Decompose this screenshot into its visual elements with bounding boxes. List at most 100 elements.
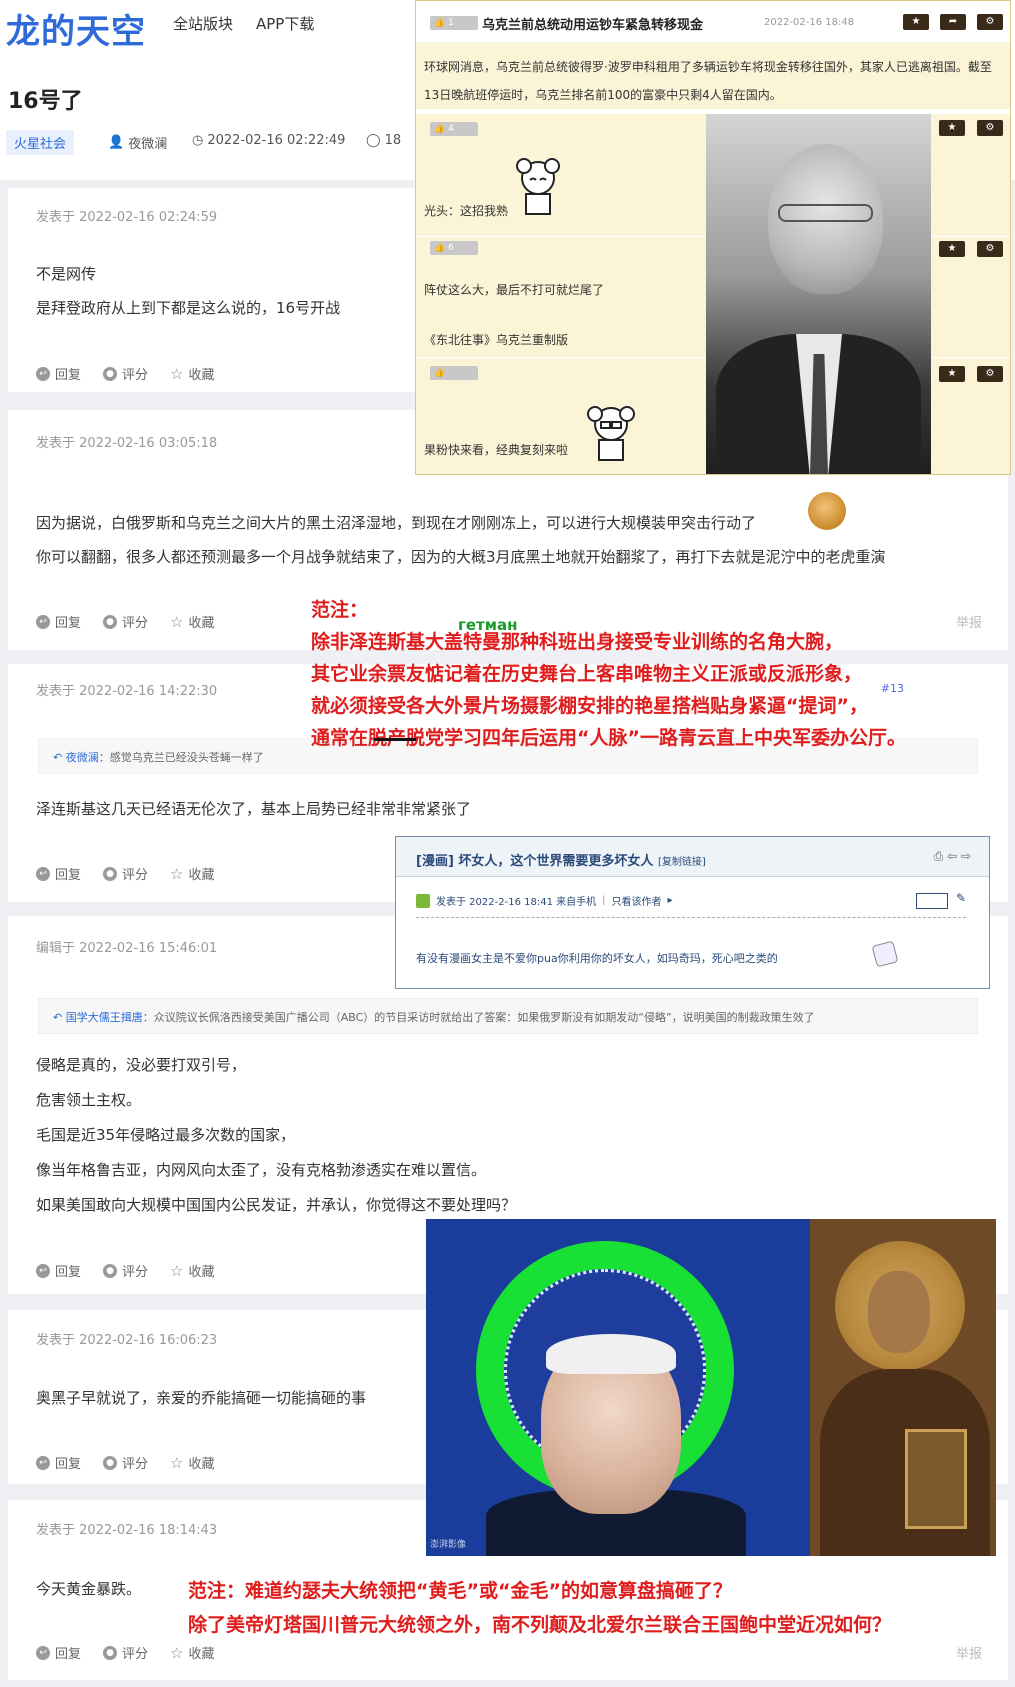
star-button[interactable]: ★	[939, 241, 965, 257]
floor-number[interactable]: #13	[881, 682, 904, 695]
annotation-line: 除了美帝灯塔国川普元大统领之外，南不列颠及北爱尔兰联合王国鲍中堂近况如何？	[188, 1614, 892, 1636]
star-button[interactable]: ★	[903, 14, 929, 30]
comment-extra: 《东北往事》乌克兰重制版	[424, 333, 569, 347]
gear-icon: ⚙	[985, 122, 995, 133]
quote-text: ：众议院议长佩洛西接受美国广播公司（ABC）的节目采访时就给出了答案：如果俄罗斯…	[142, 1011, 815, 1024]
report-link[interactable]: 举报	[956, 1643, 982, 1662]
news-comment: 👍 6 阵仗这么大，最后不打可就烂尾了 《东北往事》乌克兰重制版	[416, 237, 706, 357]
favorite-button[interactable]: ☆ 收藏	[170, 612, 214, 632]
annotation-line: 其它业余票友惦记着在历史舞台上客串唯物主义正派或反派形象，	[311, 663, 863, 685]
only-author-link[interactable]: 只看该作者	[611, 893, 661, 908]
triangle-right-icon: ▸	[667, 895, 673, 906]
post-line: 不是网传	[36, 265, 97, 283]
post-actions: ↩ 回复 ● 评分 ☆ 收藏	[36, 1261, 215, 1280]
gear-icon: ⚙	[985, 243, 995, 254]
star-button[interactable]: ★	[939, 120, 965, 136]
reply-icon: ↩	[36, 1263, 50, 1278]
post-date: 发表于 2022-02-16 18:14:43	[36, 1523, 218, 1538]
settings-button[interactable]: ⚙	[977, 120, 1003, 136]
favorite-button[interactable]: ☆ 收藏	[170, 364, 214, 384]
rate-icon: ●	[103, 1645, 118, 1660]
rate-button[interactable]: ● 评分	[103, 1453, 148, 1472]
gear-icon: ⚙	[985, 16, 995, 27]
like-badge[interactable]: 👍 1	[430, 16, 478, 30]
forum-body: 有没有漫画女主是不爱你pua你利用你的坏女人，如玛奇玛，死心吧之类的	[416, 952, 778, 965]
reply-button[interactable]: ↩ 回复	[36, 1453, 81, 1472]
settings-button[interactable]: ⚙	[977, 241, 1003, 257]
rate-button[interactable]: ● 评分	[103, 612, 148, 631]
author-name[interactable]: 夜微澜	[128, 133, 167, 152]
painting-book	[905, 1429, 967, 1529]
quote-arrow-icon: ↶	[53, 751, 63, 764]
post-line: 奥黑子早就说了，亲爱的乔能搞砸一切能搞砸的事	[36, 1389, 367, 1407]
quote-author[interactable]: 国学大儒王揖唐	[66, 1011, 143, 1024]
rate-icon: ●	[103, 1455, 118, 1470]
print-icon[interactable]: ⎙	[934, 849, 944, 863]
reply-button[interactable]: ↩ 回复	[36, 612, 81, 631]
forum-divider	[416, 917, 966, 918]
like-badge[interactable]: 👍 6	[430, 241, 478, 255]
rate-button[interactable]: ● 评分	[103, 1261, 148, 1280]
copy-link[interactable]: [复制链接]	[658, 857, 706, 868]
favorite-button[interactable]: ☆ 收藏	[170, 1453, 214, 1473]
page-title: 16号了	[8, 89, 83, 114]
settings-button[interactable]: ⚙	[977, 14, 1003, 30]
rate-icon: ●	[103, 866, 118, 881]
author-meta[interactable]: 👤 夜微澜	[108, 133, 167, 152]
star-button[interactable]: ★	[939, 366, 965, 382]
news-title[interactable]: 乌克兰前总统动用运钞车紧急转移现金	[482, 14, 703, 33]
site-logo[interactable]: 龙的天空	[6, 4, 146, 53]
category-badge[interactable]: 火星社会	[6, 130, 75, 155]
gear-icon: ⚙	[985, 368, 995, 379]
comment-text: 果粉快来看，经典复刻来啦	[424, 443, 569, 457]
share-button[interactable]: ➦	[940, 14, 966, 30]
star-icon: ☆	[170, 1453, 184, 1472]
annotation-line: 范注：难道约瑟夫大统领把“黄毛”或“金毛”的如意算盘搞砸了？	[188, 1580, 732, 1602]
nav-all-boards[interactable]: 全站版块	[173, 13, 233, 34]
favorite-button[interactable]: ☆ 收藏	[170, 1261, 214, 1281]
settings-button[interactable]: ⚙	[977, 366, 1003, 382]
page: { "header": { "logo": "龙的天空", "nav": ["全…	[0, 0, 1015, 1687]
portrait-photo: 澎湃影像	[426, 1219, 810, 1556]
post-actions: ↩ 回复 ● 评分 ☆ 收藏	[36, 1643, 215, 1662]
like-badge[interactable]: 👍	[430, 366, 478, 380]
reply-button[interactable]: ↩ 回复	[36, 1261, 81, 1280]
post-line: 今天黄金暴跌。	[36, 1580, 142, 1598]
reply-icon: ↩	[36, 866, 50, 881]
portrait-hair	[546, 1334, 676, 1374]
forum-title[interactable]: [漫画] 坏女人，这个世界需要更多坏女人 [复制链接]	[416, 850, 706, 869]
reply-button[interactable]: ↩ 回复	[36, 1643, 81, 1662]
pen-icon[interactable]: ✎	[956, 891, 966, 905]
reply-icon: ↩	[36, 614, 50, 629]
reply-icon: ↩	[36, 1455, 50, 1470]
forum-post-meta: 发表于 2022-2-16 18:41 来自手机	[436, 897, 597, 908]
time-meta: ◷ 2022-02-16 02:22:49	[192, 133, 345, 148]
reply-button[interactable]: ↩ 回复	[36, 364, 81, 383]
rate-icon: ●	[103, 366, 118, 381]
quote-author[interactable]: 夜微澜	[66, 751, 99, 764]
post-line: 侵略是真的，没必要打双引号，	[36, 1056, 247, 1074]
favorite-button[interactable]: ☆ 收藏	[170, 864, 214, 884]
star-icon: ☆	[170, 364, 184, 383]
rate-button[interactable]: ● 评分	[103, 1643, 148, 1662]
like-badge[interactable]: 👍 4	[430, 122, 478, 136]
news-photo	[706, 114, 931, 474]
nav-app-download[interactable]: APP下载	[256, 13, 314, 34]
post-date: 发表于 2022-02-16 16:06:23	[36, 1333, 218, 1348]
news-body: 环球网消息，乌克兰前总统彼得罗·波罗申科租用了多辆运钞车将现金转移往国外，其家人…	[416, 43, 1010, 109]
comment-side: ★ ⚙	[931, 237, 1010, 357]
news-comment: 👍 4 光头：这招我熟	[416, 114, 706, 236]
reply-button[interactable]: ↩ 回复	[36, 864, 81, 883]
report-link[interactable]: 举报	[956, 612, 982, 631]
rate-button[interactable]: ● 评分	[103, 364, 148, 383]
post-date: 发表于 2022-02-16 03:05:18	[36, 436, 218, 451]
next-icon[interactable]: ⇨	[961, 849, 971, 863]
forum-input-box[interactable]	[916, 893, 948, 909]
rate-button[interactable]: ● 评分	[103, 864, 148, 883]
prev-icon[interactable]: ⇦	[947, 849, 957, 863]
favorite-button[interactable]: ☆ 收藏	[170, 1643, 214, 1663]
annotation-line: 范注：	[311, 599, 369, 621]
forum-meta: 发表于 2022-2-16 18:41 来自手机 | 只看该作者 ▸	[416, 893, 673, 908]
post-line: 是拜登政府从上到下都是这么说的，16号开战	[36, 299, 341, 317]
quote-arrow-icon: ↶	[53, 1011, 63, 1024]
